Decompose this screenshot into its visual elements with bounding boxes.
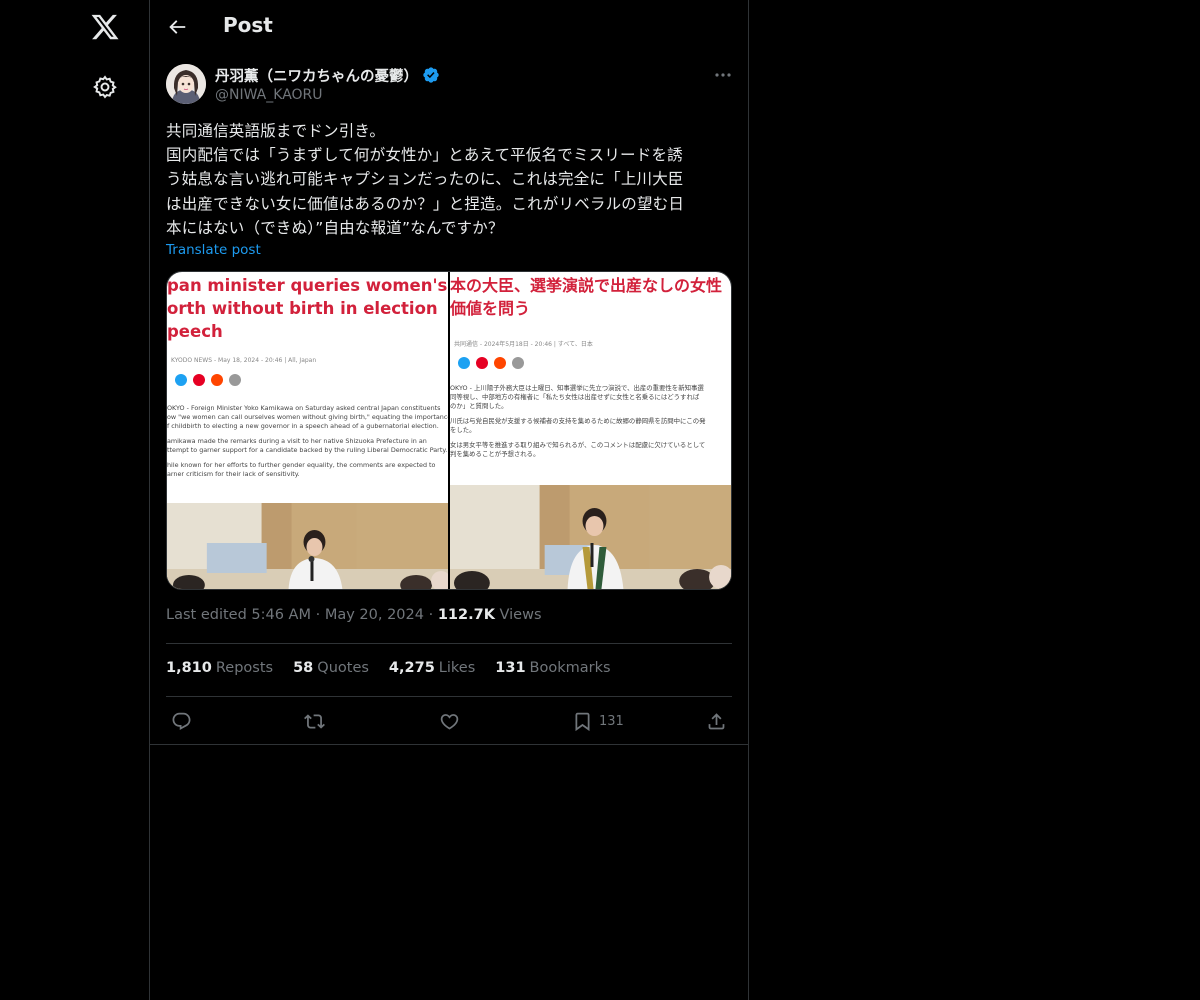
media-image[interactable]: pan minister queries women's orth withou… bbox=[167, 272, 448, 589]
post-text-line: は出産できない女に価値はあるのか？」と捏造。これがリベラルの望む日 bbox=[166, 194, 685, 213]
action-bar: 131 bbox=[150, 708, 748, 736]
share-icons bbox=[458, 357, 524, 369]
post-text: 共同通信英語版までドン引き。 国内配信では「うまずして何が女性か」とあえて平仮名… bbox=[166, 119, 732, 240]
views-label: Views bbox=[499, 607, 542, 623]
post-text-line: う姑息な言い逃れ可能キャプションだったのに、これは完全に「上川大臣 bbox=[166, 170, 684, 189]
likes-stat[interactable]: 4,275 Likes bbox=[389, 660, 475, 676]
post-text-line: 本にはない（できぬ）”自由な報道”なんですか？ bbox=[166, 218, 504, 237]
repost-icon bbox=[304, 713, 325, 729]
translate-post-link[interactable]: Translate post bbox=[166, 242, 261, 258]
reply-icon bbox=[172, 712, 191, 730]
sidebar bbox=[0, 0, 150, 1000]
page-title: Post bbox=[223, 13, 273, 37]
post-text-line: 共同通信英語版までドン引き。 bbox=[166, 122, 386, 140]
author-block: 丹羽薫（ニワカちゃんの憂鬱） @NIWA_KAORU bbox=[215, 64, 440, 104]
image-meta: KYODO NEWS - May 18, 2024 - 20:46 | All,… bbox=[171, 357, 317, 364]
main-column: Post 丹羽薫（ニワカちゃんの憂鬱） @NIWA_KAORU 共同通信英語版ま… bbox=[149, 0, 749, 1000]
share-icons bbox=[175, 374, 241, 386]
like-button[interactable] bbox=[439, 708, 460, 734]
edited-time[interactable]: Last edited 5:46 AM bbox=[166, 607, 311, 623]
header: Post bbox=[150, 0, 748, 54]
media-image[interactable]: 本の大臣、選挙演説で出産なしの女性 価値を問う 共同通信 - 2024年5月18… bbox=[450, 272, 731, 589]
post-text-line: 国内配信では「うまずして何が女性か」とあえて平仮名でミスリードを誘 bbox=[166, 146, 683, 165]
author-name[interactable]: 丹羽薫（ニワカちゃんの憂鬱） bbox=[215, 65, 418, 86]
divider bbox=[150, 744, 748, 745]
bookmark-icon bbox=[575, 712, 590, 731]
image-headline: 本の大臣、選挙演説で出産なしの女性 価値を問う bbox=[450, 276, 723, 318]
author-handle[interactable]: @NIWA_KAORU bbox=[215, 86, 440, 104]
repost-button[interactable] bbox=[304, 708, 325, 734]
avatar[interactable] bbox=[166, 64, 206, 104]
speech-photo bbox=[167, 503, 448, 589]
divider bbox=[166, 643, 732, 644]
more-options-icon[interactable] bbox=[713, 64, 733, 86]
speech-photo bbox=[450, 485, 731, 589]
bookmark-button[interactable]: 131 bbox=[572, 708, 624, 734]
image-body: OKYO - 上川陽子外務大臣は土曜日、知事選挙に先立つ演説で、出産の重要性を新… bbox=[450, 384, 706, 458]
divider bbox=[166, 696, 732, 697]
media-grid: pan minister queries women's orth withou… bbox=[166, 271, 732, 590]
image-headline: pan minister queries women's orth withou… bbox=[167, 276, 448, 341]
heart-icon bbox=[440, 713, 459, 730]
bookmarks-stat[interactable]: 131 Bookmarks bbox=[495, 660, 610, 676]
arrow-left-icon[interactable] bbox=[166, 16, 188, 38]
image-meta: 共同通信 - 2024年5月18日 - 20:46 | すべて、日本 bbox=[454, 341, 593, 348]
post-meta-line: Last edited 5:46 AM · May 20, 2024 · 112… bbox=[166, 607, 542, 623]
x-logo-icon[interactable] bbox=[90, 12, 120, 42]
reposts-stat[interactable]: 1,810 Reposts bbox=[166, 660, 273, 676]
engagement-stats: 1,810 Reposts 58 Quotes 4,275 Likes 131 Book… bbox=[166, 660, 611, 676]
quotes-stat[interactable]: 58 Quotes bbox=[293, 660, 369, 676]
reply-button[interactable] bbox=[171, 708, 192, 734]
verified-badge-icon bbox=[422, 66, 440, 84]
bookmark-count: 131 bbox=[599, 713, 624, 729]
gear-icon[interactable] bbox=[92, 74, 118, 100]
share-icon bbox=[708, 712, 725, 729]
image-body: OKYO - Foreign Minister Yoko Kamikawa on… bbox=[167, 404, 448, 478]
post-date[interactable]: May 20, 2024 bbox=[325, 607, 424, 623]
share-button[interactable] bbox=[706, 708, 727, 734]
views-count: 112.7K bbox=[437, 607, 495, 623]
